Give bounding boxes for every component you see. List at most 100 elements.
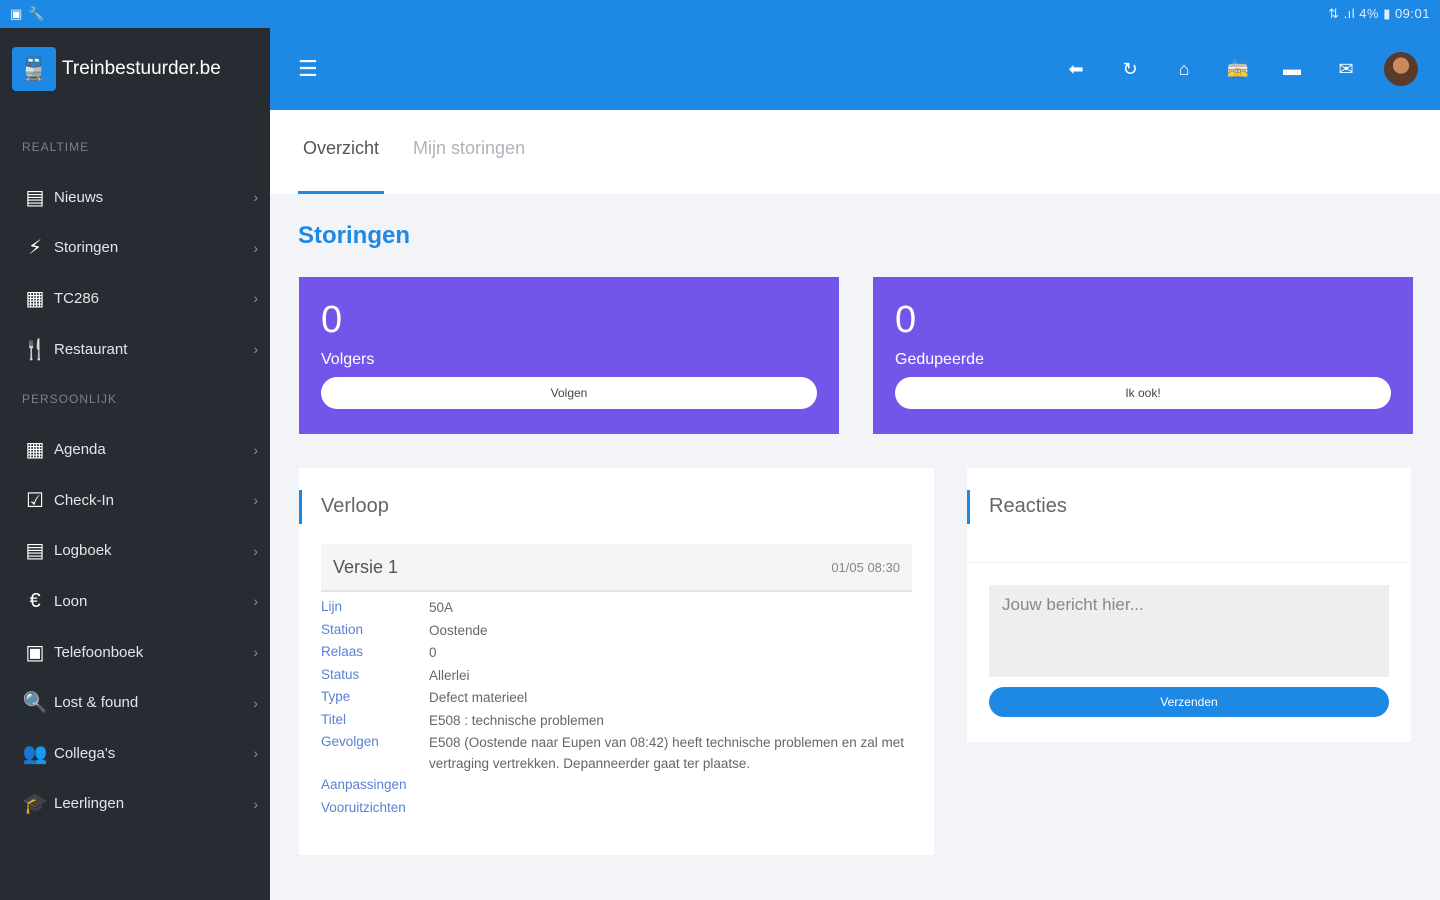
sidebar-item-storingen[interactable]: ⚡ Storingen › (0, 223, 270, 274)
search-icon: 🔍 (22, 692, 48, 715)
sidebar-item-label: Logboek (54, 542, 112, 560)
lightning-icon: ⚡ (27, 237, 43, 260)
train-icon[interactable]: 🚋 (1226, 57, 1250, 81)
chevron-right-icon: › (253, 441, 258, 458)
sidebar-item-label: Loon (54, 592, 88, 610)
detail-value: Allerlei (429, 667, 470, 683)
detail-row: Relaas 0 (321, 641, 912, 664)
detail-row: Lijn 50A (321, 596, 912, 619)
version-header[interactable]: Versie 1 01/05 08:30 (321, 544, 912, 592)
tab-mijn-storingen[interactable]: Mijn storingen (408, 110, 530, 194)
verloop-panel: Verloop Versie 1 01/05 08:30 Lijn 50A St… (299, 468, 934, 855)
user-avatar[interactable] (1384, 52, 1418, 86)
detail-row: Status Allerlei (321, 664, 912, 687)
page-title: Storingen (298, 222, 410, 249)
detail-value: Defect materieel (429, 690, 528, 705)
sidebar-item-agenda[interactable]: ▦ Agenda › (0, 424, 270, 475)
detail-key: Titel (321, 711, 347, 727)
detail-row: Station Oostende (321, 619, 912, 642)
version-date: 01/05 08:30 (831, 559, 900, 575)
sidebar-item-label: Storingen (54, 239, 119, 257)
newspaper-icon: ▤ (25, 186, 45, 209)
chevron-right-icon: › (253, 341, 258, 358)
calculator-icon: ▦ (25, 287, 45, 310)
affected-count: 0 (895, 299, 917, 341)
chevron-right-icon: › (253, 492, 258, 509)
chevron-right-icon: › (253, 290, 258, 307)
sidebar-item-label: Leerlingen (54, 795, 125, 813)
send-button[interactable]: Verzenden (989, 687, 1389, 717)
chevron-right-icon: › (253, 189, 258, 206)
reacties-panel: Reacties Verzenden (967, 468, 1411, 742)
detail-key: Type (321, 689, 351, 704)
followers-count: 0 (321, 299, 343, 341)
detail-value: Oostende (429, 622, 488, 638)
gallery-notification-icon: ▣ (10, 6, 23, 21)
message-input[interactable] (989, 585, 1389, 677)
sidebar-item-leerlingen[interactable]: 🎓 Leerlingen › (0, 779, 270, 830)
book-icon: ▤ (25, 540, 45, 563)
chat-icon[interactable]: ▬ (1280, 57, 1304, 81)
sidebar-item-telefoonboek[interactable]: ▣ Telefoonboek › (0, 627, 270, 678)
top-app-bar: ☰ ⬅ ↻ ⌂ 🚋 ▬ ✉ (270, 28, 1440, 110)
sidebar-item-label: TC286 (54, 289, 100, 307)
chevron-right-icon: › (253, 239, 258, 256)
sidebar-item-label: Check-In (54, 491, 115, 509)
follow-button[interactable]: Volgen (321, 377, 817, 409)
contact-book-icon: ▣ (25, 641, 45, 664)
chevron-right-icon: › (253, 542, 258, 559)
sidebar-item-nieuws[interactable]: ▤ Nieuws › (0, 172, 270, 223)
followers-card: 0 Volgers Volgen (299, 277, 839, 434)
refresh-icon[interactable]: ↻ (1118, 57, 1142, 81)
detail-value: 0 (429, 645, 437, 660)
wrench-notification-icon: 🔧 (28, 6, 45, 21)
sidebar-item-tc286[interactable]: ▦ TC286 › (0, 273, 270, 324)
sidebar-item-label: Agenda (54, 441, 106, 459)
detail-key: Station (321, 621, 364, 637)
sidebar-item-check-in[interactable]: ☑ Check-In › (0, 475, 270, 526)
brand[interactable]: 🚆 Treinbestuurder.be (0, 28, 270, 110)
section-realtime: REALTIME (22, 140, 90, 154)
tab-bar: Overzicht Mijn storingen (270, 110, 1440, 194)
detail-row: Gevolgen E508 (Oostende naar Eupen van 0… (321, 731, 912, 774)
reacties-title: Reacties (967, 468, 1411, 544)
sidebar-item-label: Nieuws (54, 188, 104, 206)
sidebar-item-label: Lost & found (54, 694, 139, 712)
affected-label: Gedupeerde (895, 351, 984, 368)
euro-icon: € (29, 589, 41, 612)
disruption-details: Lijn 50A Station Oostende Relaas 0 Statu… (321, 596, 912, 819)
detail-key: Status (321, 666, 360, 682)
chevron-right-icon: › (253, 694, 258, 711)
sidebar-item-logboek[interactable]: ▤ Logboek › (0, 526, 270, 577)
calendar-icon: ▦ (25, 439, 45, 462)
detail-key: Lijn (321, 599, 343, 614)
sidebar-item-loon[interactable]: € Loon › (0, 576, 270, 627)
status-indicators: ⇅ .ıl 4% ▮ 09:01 (1328, 6, 1430, 21)
sidebar-item-label: Collega's (54, 744, 116, 762)
forecast-link[interactable]: Vooruitzichten (321, 797, 912, 820)
sidebar-item-restaurant[interactable]: 🍴 Restaurant › (0, 324, 270, 375)
sidebar-item-lost-found[interactable]: 🔍 Lost & found › (0, 677, 270, 728)
sidebar-item-collegas[interactable]: 👥 Collega's › (0, 728, 270, 779)
train-logo-icon: 🚆 (12, 47, 56, 91)
detail-key: Relaas (321, 644, 364, 659)
main-content: Overzicht Mijn storingen Storingen 0 Vol… (270, 110, 1440, 900)
home-icon[interactable]: ⌂ (1172, 57, 1196, 81)
detail-value: E508 (Oostende naar Eupen van 08:42) hee… (429, 735, 905, 771)
me-too-button[interactable]: Ik ook! (895, 377, 1391, 409)
back-arrow-icon[interactable]: ⬅ (1064, 57, 1088, 81)
sidebar-item-label: Telefoonboek (54, 643, 144, 661)
changes-link[interactable]: Aanpassingen (321, 774, 912, 797)
detail-row: Type Defect materieel (321, 686, 912, 709)
detail-value: E508 : technische problemen (429, 712, 604, 728)
divider (967, 562, 1411, 563)
detail-key: Gevolgen (321, 734, 379, 749)
chevron-right-icon: › (253, 745, 258, 762)
android-status-bar: ▣ 🔧 ⇅ .ıl 4% ▮ 09:01 (0, 0, 1440, 28)
sidebar-item-label: Restaurant (54, 340, 128, 358)
chevron-right-icon: › (253, 593, 258, 610)
tab-overzicht[interactable]: Overzicht (298, 110, 385, 194)
users-icon: 👥 (22, 742, 48, 765)
hamburger-menu-icon[interactable]: ☰ (298, 56, 318, 82)
mail-icon[interactable]: ✉ (1334, 57, 1358, 81)
